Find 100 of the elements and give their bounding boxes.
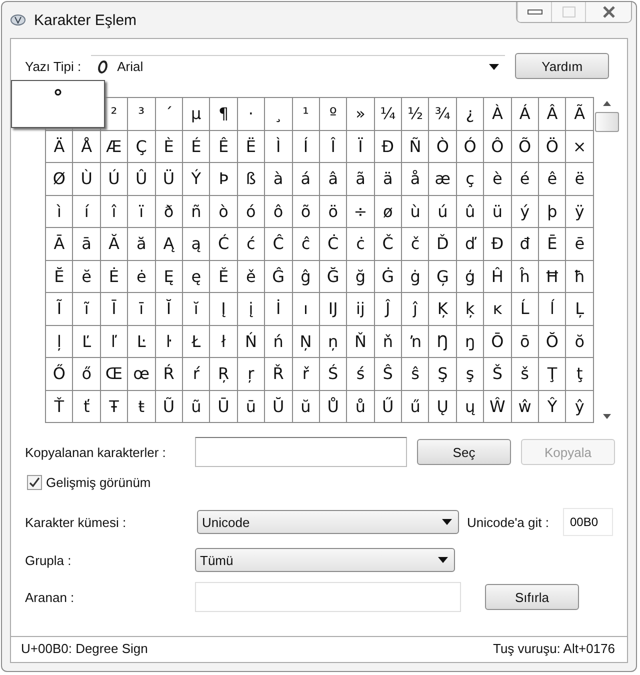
- character-cell[interactable]: ħ: [566, 260, 594, 293]
- character-cell[interactable]: Å: [73, 130, 101, 163]
- character-cell[interactable]: Ģ: [429, 260, 457, 293]
- character-cell[interactable]: ´: [156, 98, 183, 130]
- character-cell[interactable]: Î: [320, 130, 348, 163]
- character-cell[interactable]: ı: [292, 293, 320, 326]
- character-cell[interactable]: º: [320, 98, 348, 130]
- character-cell[interactable]: Ľ: [73, 326, 101, 358]
- character-cell[interactable]: í: [73, 196, 101, 228]
- character-cell[interactable]: Ĺ: [512, 293, 540, 326]
- character-cell[interactable]: Ï: [347, 130, 375, 163]
- character-cell[interactable]: Ņ: [292, 326, 320, 358]
- character-cell[interactable]: Ď: [429, 228, 457, 260]
- character-cell[interactable]: ľ: [100, 326, 128, 358]
- character-cell[interactable]: Ş: [429, 358, 457, 390]
- character-cell[interactable]: Ę: [156, 260, 183, 293]
- character-cell[interactable]: ĭ: [182, 293, 210, 326]
- character-cell[interactable]: û: [456, 196, 484, 228]
- character-cell[interactable]: ĥ: [512, 260, 540, 293]
- character-cell[interactable]: ķ: [456, 293, 484, 326]
- character-cell[interactable]: À: [484, 98, 512, 130]
- character-cell[interactable]: ð: [156, 196, 183, 228]
- character-cell[interactable]: Ó: [456, 130, 484, 163]
- charset-dropdown[interactable]: Unicode: [197, 510, 459, 534]
- character-cell[interactable]: Ą: [156, 228, 183, 260]
- character-cell[interactable]: Ċ: [320, 228, 348, 260]
- character-cell[interactable]: ļ: [46, 326, 74, 358]
- character-cell[interactable]: Ŷ: [539, 390, 566, 423]
- character-cell[interactable]: ù: [402, 196, 430, 228]
- character-cell[interactable]: ě: [238, 260, 266, 293]
- character-cell[interactable]: Ō: [484, 326, 512, 358]
- character-cell[interactable]: Ŋ: [429, 326, 457, 358]
- character-cell[interactable]: ř: [292, 358, 320, 390]
- character-cell[interactable]: ń: [265, 326, 293, 358]
- character-cell[interactable]: Ŀ: [128, 326, 156, 358]
- character-cell[interactable]: Á: [512, 98, 540, 130]
- character-cell[interactable]: ĺ: [539, 293, 566, 326]
- character-cell[interactable]: ë: [566, 163, 594, 196]
- character-cell[interactable]: Ł: [182, 326, 210, 358]
- character-cell[interactable]: Ĩ: [46, 293, 74, 326]
- character-cell[interactable]: È: [156, 130, 183, 163]
- scroll-thumb[interactable]: [594, 112, 619, 132]
- character-cell[interactable]: ¹: [292, 98, 320, 130]
- character-cell[interactable]: Ĝ: [265, 260, 293, 293]
- character-cell[interactable]: ŭ: [292, 390, 320, 423]
- character-cell[interactable]: ć: [238, 228, 266, 260]
- character-cell[interactable]: þ: [539, 196, 566, 228]
- character-cell[interactable]: ¸: [265, 98, 293, 130]
- character-cell[interactable]: Ä: [46, 130, 74, 163]
- character-cell[interactable]: ã: [347, 163, 375, 196]
- character-cell[interactable]: ŉ: [402, 326, 430, 358]
- close-button[interactable]: [585, 2, 631, 22]
- select-button[interactable]: Seç: [417, 439, 511, 465]
- group-dropdown[interactable]: Tümü: [195, 548, 455, 572]
- character-cell[interactable]: Ė: [100, 260, 128, 293]
- character-cell[interactable]: Ķ: [429, 293, 457, 326]
- character-cell[interactable]: ő: [73, 358, 101, 390]
- character-cell[interactable]: ł: [210, 326, 238, 358]
- character-cell[interactable]: Ç: [128, 130, 156, 163]
- character-cell[interactable]: á: [292, 163, 320, 196]
- character-cell[interactable]: ĕ: [73, 260, 101, 293]
- character-cell[interactable]: ğ: [347, 260, 375, 293]
- character-cell[interactable]: é: [512, 163, 540, 196]
- character-cell[interactable]: ä: [374, 163, 402, 196]
- help-button[interactable]: Yardım: [515, 53, 610, 79]
- character-cell[interactable]: Ĭ: [156, 293, 183, 326]
- character-cell[interactable]: ĉ: [292, 228, 320, 260]
- character-cell[interactable]: Â: [539, 98, 566, 130]
- character-cell[interactable]: Í: [292, 130, 320, 163]
- character-cell[interactable]: Ğ: [320, 260, 348, 293]
- character-cell[interactable]: Ń: [238, 326, 266, 358]
- character-cell[interactable]: ġ: [402, 260, 430, 293]
- character-cell[interactable]: ÷: [347, 196, 375, 228]
- character-cell[interactable]: Ñ: [402, 130, 430, 163]
- character-cell[interactable]: Ŝ: [374, 358, 402, 390]
- character-cell[interactable]: Û: [128, 163, 156, 196]
- character-cell[interactable]: ý: [512, 196, 540, 228]
- character-cell[interactable]: Ų: [429, 390, 457, 423]
- character-cell[interactable]: ę: [182, 260, 210, 293]
- character-cell[interactable]: ŏ: [566, 326, 594, 358]
- character-cell[interactable]: Ť: [46, 390, 74, 423]
- character-cell[interactable]: Ū: [210, 390, 238, 423]
- character-cell[interactable]: ¼: [374, 98, 402, 130]
- character-cell[interactable]: š: [512, 358, 540, 390]
- character-cell[interactable]: Œ: [100, 358, 128, 390]
- character-cell[interactable]: ċ: [347, 228, 375, 260]
- character-cell[interactable]: à: [265, 163, 293, 196]
- character-cell[interactable]: Đ: [484, 228, 512, 260]
- character-cell[interactable]: Æ: [100, 130, 128, 163]
- character-cell[interactable]: Ŗ: [210, 358, 238, 390]
- character-cell[interactable]: ĵ: [402, 293, 430, 326]
- character-cell[interactable]: ė: [128, 260, 156, 293]
- character-cell[interactable]: č: [402, 228, 430, 260]
- checkbox[interactable]: [27, 475, 42, 490]
- character-cell[interactable]: Ē: [539, 228, 566, 260]
- character-cell[interactable]: Ú: [100, 163, 128, 196]
- character-cell[interactable]: ŝ: [402, 358, 430, 390]
- character-cell[interactable]: Ĳ: [320, 293, 348, 326]
- character-cell[interactable]: Č: [374, 228, 402, 260]
- character-cell[interactable]: ô: [265, 196, 293, 228]
